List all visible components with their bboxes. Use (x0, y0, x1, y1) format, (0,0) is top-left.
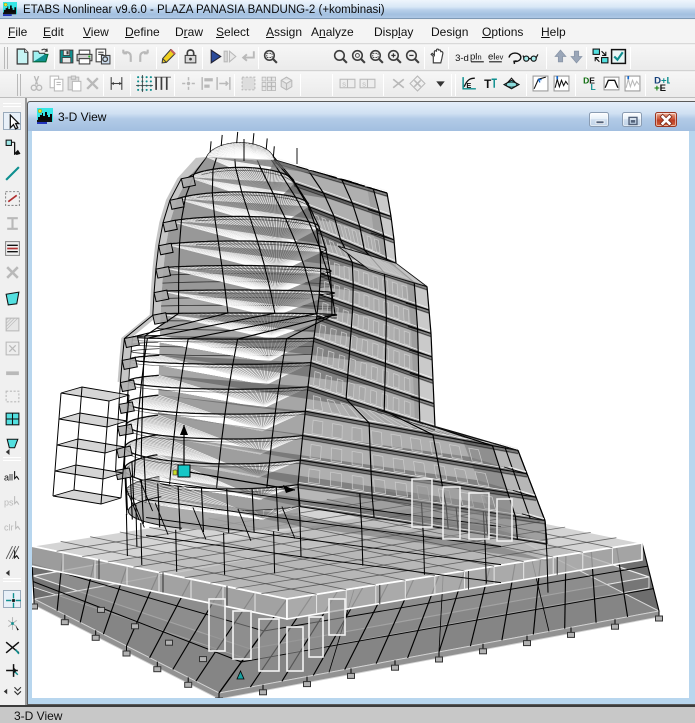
svg-text:elev: elev (488, 52, 504, 63)
svg-text:s: s (342, 80, 346, 89)
svg-text:T: T (484, 78, 491, 91)
svg-text:E: E (466, 81, 471, 90)
svg-text:3-d: 3-d (455, 53, 469, 64)
svg-text:pln: pln (470, 52, 482, 63)
svg-text:L: L (591, 82, 596, 92)
svg-text:+E: +E (654, 83, 666, 92)
svg-text:clr: clr (4, 523, 14, 533)
svg-text:all: all (4, 473, 13, 483)
svg-text:s: s (362, 80, 366, 89)
svg-text:ps: ps (4, 498, 14, 508)
